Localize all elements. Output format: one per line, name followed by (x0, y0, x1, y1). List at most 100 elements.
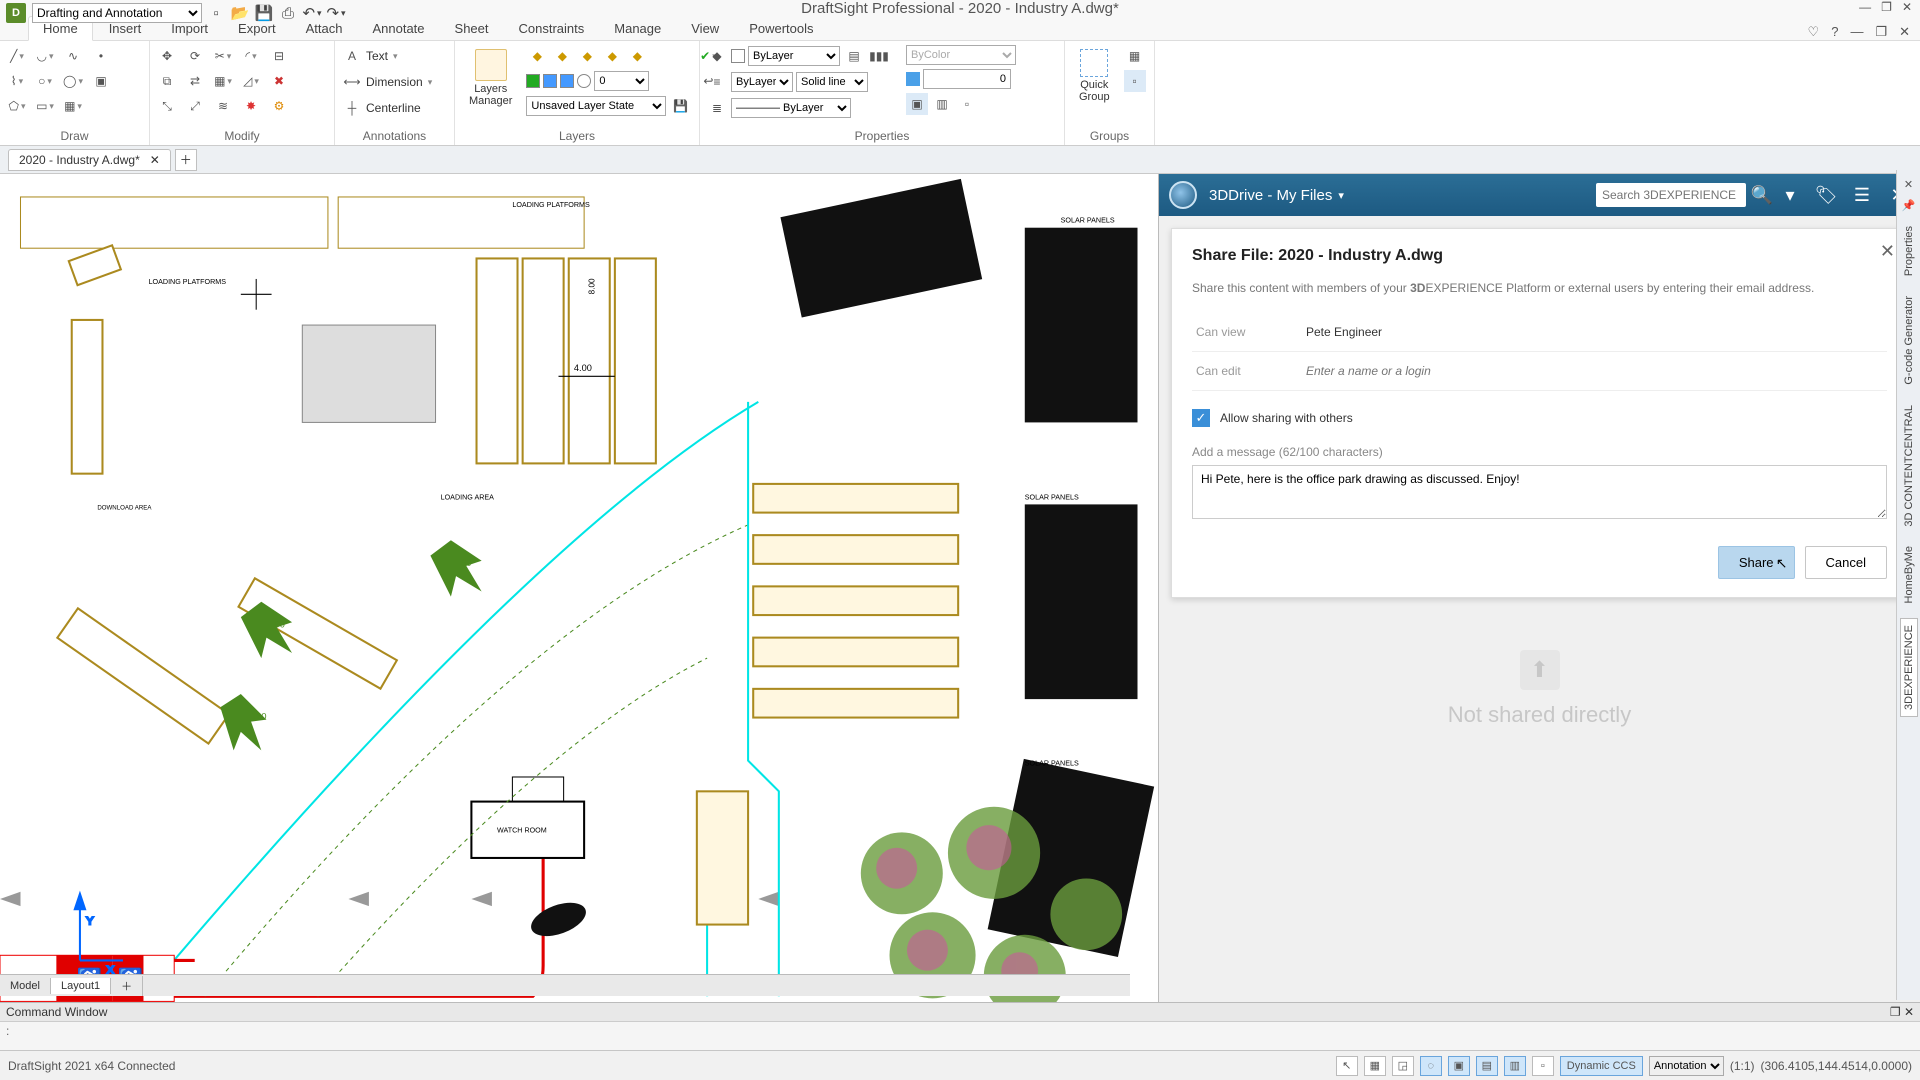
close-icon[interactable]: ✕ (1902, 0, 1912, 14)
layers-manager-button[interactable]: Layers Manager (461, 45, 520, 111)
scale-icon[interactable]: ⤢ (184, 95, 206, 117)
linetype-icon[interactable]: ≡ (706, 71, 728, 93)
add-tab-button[interactable]: ＋ (175, 149, 197, 171)
lwt-icon[interactable]: ▥ (1504, 1056, 1526, 1076)
polyline-tool-icon[interactable]: ⌇▾ (6, 70, 28, 92)
layer-lock-icon[interactable] (560, 74, 574, 88)
quick-group-button[interactable]: Quick Group (1071, 45, 1118, 107)
arc-tool-icon[interactable]: ◡▾ (34, 45, 56, 67)
lineweight-select[interactable]: ———— ByLayer (731, 98, 851, 118)
tab-annotate[interactable]: Annotate (358, 17, 438, 40)
dimension-tool-icon[interactable]: ⟷ (341, 71, 363, 93)
text-tool-icon[interactable]: A (341, 45, 363, 67)
side-tab-contentcentral[interactable]: 3D CONTENTCENTRAL (1901, 399, 1917, 533)
share-button[interactable]: Share↖ (1718, 546, 1795, 579)
active-layer-select[interactable]: 0 (594, 71, 649, 91)
prop-icon1[interactable]: ▣ (906, 93, 928, 115)
transparency-input[interactable] (923, 69, 1011, 89)
chamfer-icon[interactable]: ◿▾ (240, 70, 262, 92)
delete-icon[interactable]: ✖ (268, 70, 290, 92)
cmd-close-icon[interactable]: ✕ (1904, 1005, 1914, 1019)
layer-icon4[interactable]: ◆ (601, 45, 623, 67)
ellipse-tool-icon[interactable]: ◯▾ (62, 70, 84, 92)
prop-icon3[interactable]: ▫ (956, 93, 978, 115)
search-icon[interactable]: 🔍 (1750, 183, 1774, 207)
tab-constraints[interactable]: Constraints (505, 17, 599, 40)
command-input[interactable]: : (0, 1022, 1920, 1040)
fillet-icon[interactable]: ◜▾ (240, 45, 262, 67)
search-input[interactable] (1596, 183, 1746, 207)
move-icon[interactable]: ✥ (156, 45, 178, 67)
can-edit-input[interactable] (1306, 364, 1606, 378)
ungroup-icon[interactable]: ▫ (1124, 70, 1146, 92)
color-swatch[interactable] (731, 49, 745, 63)
minimize-icon[interactable]: — (1859, 0, 1871, 14)
cancel-button[interactable]: Cancel (1805, 546, 1887, 579)
layer-icon5[interactable]: ◆ (626, 45, 648, 67)
ribbon-min-icon[interactable]: — (1850, 24, 1863, 40)
match-props-icon[interactable]: ▤ (843, 45, 865, 67)
allow-sharing-checkbox[interactable]: ✓ (1192, 409, 1210, 427)
layer-icon2[interactable]: ◆ (551, 45, 573, 67)
search-dropdown-icon[interactable]: ▾ (1778, 183, 1802, 207)
mirror-icon[interactable]: ⇄ (184, 70, 206, 92)
compass-icon[interactable] (1169, 181, 1197, 209)
tag-icon[interactable]: 🏷 (1814, 183, 1838, 207)
ribbon-close-icon[interactable]: ✕ (1899, 24, 1910, 40)
tab-powertools[interactable]: Powertools (735, 17, 827, 40)
sidepanel-close-icon[interactable]: ✕ (1904, 178, 1913, 191)
layer-state-save-icon[interactable]: 💾 (669, 95, 691, 117)
lineweight-icon[interactable]: ≣ (706, 97, 728, 119)
dialog-close-icon[interactable]: ✕ (1880, 241, 1895, 262)
doc-tab-close-icon[interactable]: ✕ (150, 153, 160, 167)
trim-icon[interactable]: ✂▾ (212, 45, 234, 67)
print-icon[interactable]: ⎙ (280, 5, 296, 21)
layer-icon1[interactable]: ◆ (526, 45, 548, 67)
osnap-icon[interactable]: ▣ (1448, 1056, 1470, 1076)
color-icon[interactable]: ◆ (706, 45, 728, 67)
sidepanel-pin-icon[interactable]: 📌 (1902, 199, 1916, 212)
layer-on-icon[interactable] (526, 74, 540, 88)
drawing-canvas[interactable]: ♿ ♿ LOADING PLATFORMS LOADING AREA LOADI… (0, 174, 1158, 1050)
layout1-tab[interactable]: Layout1 (51, 978, 111, 994)
doc-tab[interactable]: 2020 - Industry A.dwg* ✕ (8, 149, 171, 171)
new-file-icon[interactable]: ▫ (208, 5, 224, 21)
polar-icon[interactable]: ◌ (1420, 1056, 1442, 1076)
circle-tool-icon[interactable]: ○▾ (34, 70, 56, 92)
centerline-tool-icon[interactable]: ┼ (341, 97, 363, 119)
copy-icon[interactable]: ⧉ (156, 70, 178, 92)
linetype-select[interactable]: ByLayer (731, 72, 793, 92)
linestyle-select[interactable]: Solid line (796, 72, 868, 92)
layer-icon3[interactable]: ◆ (576, 45, 598, 67)
cmd-min-icon[interactable]: ❐ (1890, 1005, 1901, 1019)
help-icon[interactable]: ? (1831, 24, 1838, 40)
rect-tool-icon[interactable]: ▭▾ (34, 95, 56, 117)
layer-freeze-icon[interactable] (543, 74, 557, 88)
side-tab-homebyme[interactable]: HomeByMe (1901, 540, 1917, 609)
layer-state-select[interactable]: Unsaved Layer State (526, 96, 666, 116)
drive-title[interactable]: 3DDrive - My Files▾ (1209, 187, 1344, 204)
ribbon-max-icon[interactable]: ❐ (1875, 24, 1887, 40)
stretch-icon[interactable]: ⤡ (156, 95, 178, 117)
split-icon[interactable]: ⊟ (268, 45, 290, 67)
line-tool-icon[interactable]: ╱▾ (6, 45, 28, 67)
color-select[interactable]: ByLayer (748, 46, 840, 66)
menu-icon[interactable]: ☰ (1850, 183, 1874, 207)
maximize-icon[interactable]: ❐ (1881, 0, 1892, 14)
offset-icon[interactable]: ≋ (212, 95, 234, 117)
annotation-scale-select[interactable]: Annotation (1649, 1056, 1724, 1076)
color-bars-icon[interactable]: ▮▮▮ (868, 45, 890, 67)
dynamic-ccs-button[interactable]: Dynamic CCS (1560, 1056, 1643, 1076)
rotate-icon[interactable]: ⟳ (184, 45, 206, 67)
side-tab-gcode[interactable]: G-code Generator (1901, 290, 1917, 391)
group-edit-icon[interactable]: ▦ (1124, 45, 1146, 67)
tab-manage[interactable]: Manage (600, 17, 675, 40)
otrack-icon[interactable]: ▤ (1476, 1056, 1498, 1076)
tab-sheet[interactable]: Sheet (441, 17, 503, 40)
undo-icon[interactable]: ↶▾ (304, 5, 320, 21)
open-file-icon[interactable]: 📂 (232, 5, 248, 21)
pattern-icon[interactable]: ▦▾ (212, 70, 234, 92)
side-tab-3dexperience[interactable]: 3DEXPERIENCE (1900, 618, 1918, 717)
layer-color-icon[interactable] (577, 74, 591, 88)
gear-icon[interactable]: ⚙ (268, 95, 290, 117)
